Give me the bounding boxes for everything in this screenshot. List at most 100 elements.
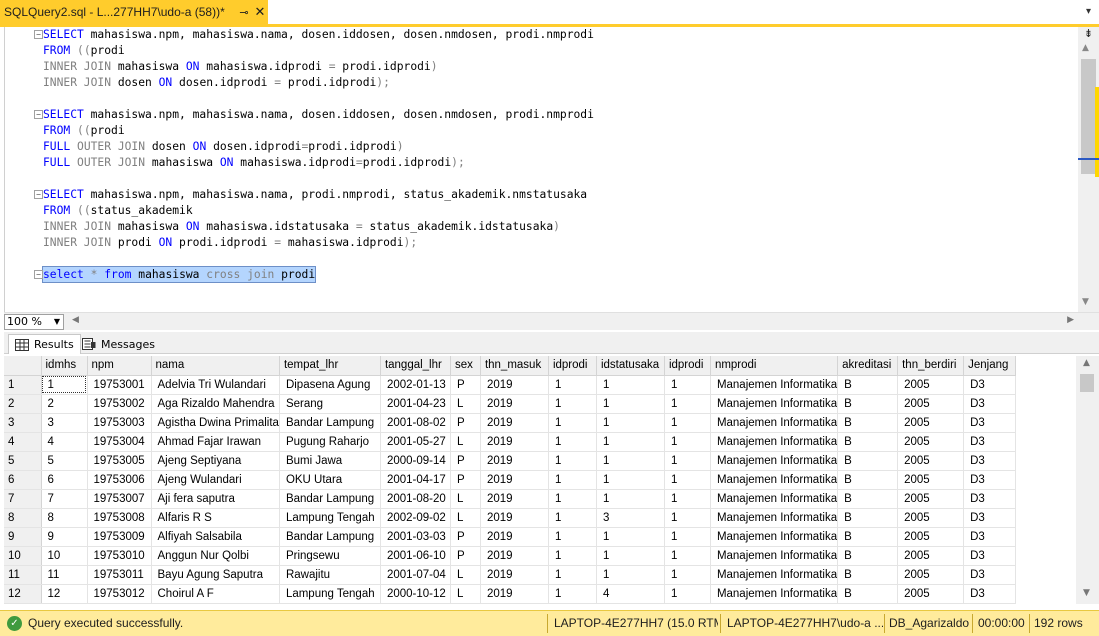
grid-cell[interactable]: 3 bbox=[596, 508, 665, 528]
grid-cell[interactable]: B bbox=[837, 432, 899, 452]
grid-cell[interactable]: 1 bbox=[548, 451, 597, 471]
grid-cell[interactable]: 1 bbox=[548, 375, 597, 395]
grid-cell[interactable]: 1 bbox=[548, 413, 597, 433]
grid-cell[interactable]: Bayu Agung Saputra bbox=[151, 565, 280, 585]
grid-cell[interactable]: 2005 bbox=[897, 432, 965, 452]
zoom-select[interactable]: 100 % ▼ bbox=[4, 314, 64, 330]
grid-cell[interactable]: 19753001 bbox=[87, 375, 152, 395]
grid-cell[interactable]: Alfiyah Salsabila bbox=[151, 527, 280, 547]
grid-cell[interactable]: 19753009 bbox=[87, 527, 152, 547]
table-row[interactable]: 9 9 19753009 Alfiyah Salsabila Bandar Lampun… bbox=[4, 527, 1017, 547]
grid-cell[interactable]: 2019 bbox=[480, 394, 549, 414]
grid-cell[interactable]: 19753010 bbox=[87, 546, 152, 566]
grid-cell[interactable]: 1 bbox=[664, 394, 711, 414]
grid-cell[interactable]: 19753011 bbox=[87, 565, 152, 585]
grid-cell[interactable]: Bandar Lampung bbox=[279, 527, 381, 547]
grid-cell[interactable]: Serang bbox=[279, 394, 381, 414]
grid-cell[interactable]: Bumi Jawa bbox=[279, 451, 381, 471]
grid-cell[interactable]: 2001-08-02 bbox=[380, 413, 451, 433]
grid-cell[interactable]: 7 bbox=[41, 489, 88, 509]
row-number[interactable]: 5 bbox=[4, 451, 42, 471]
code-line[interactable]: − SELECT mahasiswa.npm, mahasiswa.nama, d… bbox=[34, 27, 1079, 43]
grid-cell[interactable]: Manajemen Informatika bbox=[710, 375, 839, 395]
table-row[interactable]: 11 11 19753011 Bayu Agung Saputra Rawajitu 20… bbox=[4, 565, 1017, 585]
grid-cell[interactable]: D3 bbox=[963, 470, 1017, 490]
close-icon[interactable]: ✕ bbox=[252, 4, 268, 20]
grid-cell[interactable]: 1 bbox=[596, 394, 665, 414]
grid-cell[interactable]: 2002-01-13 bbox=[380, 375, 451, 395]
code-line[interactable]: − select * from mahasiswa cross join prod… bbox=[34, 266, 1079, 283]
grid-cell[interactable]: L bbox=[450, 394, 481, 414]
grid-cell[interactable]: 2000-09-14 bbox=[380, 451, 451, 471]
code-line[interactable]: INNER JOIN dosen ON dosen.idprodi = prod… bbox=[43, 75, 1079, 91]
grid-cell[interactable]: 19753002 bbox=[87, 394, 152, 414]
grid-cell[interactable]: 1 bbox=[548, 527, 597, 547]
row-number[interactable]: 6 bbox=[4, 470, 42, 490]
grid-cell[interactable]: OKU Utara bbox=[279, 470, 381, 490]
grid-cell[interactable]: 19753007 bbox=[87, 489, 152, 509]
grid-cell[interactable]: 2005 bbox=[897, 584, 965, 604]
grid-cell[interactable]: Manajemen Informatika bbox=[710, 432, 839, 452]
grid-cell[interactable]: Pugung Raharjo bbox=[279, 432, 381, 452]
code-line[interactable]: INNER JOIN mahasiswa ON mahasiswa.idstat… bbox=[43, 219, 1079, 235]
grid-cell[interactable]: D3 bbox=[963, 489, 1017, 509]
grid-cell[interactable]: Ajeng Septiyana bbox=[151, 451, 280, 471]
grid-cell[interactable]: 19753012 bbox=[87, 584, 152, 604]
grid-cell[interactable]: P bbox=[450, 413, 481, 433]
grid-cell[interactable]: 1 bbox=[664, 470, 711, 490]
grid-cell[interactable]: Manajemen Informatika bbox=[710, 565, 839, 585]
grid-cell[interactable]: 2005 bbox=[897, 470, 965, 490]
tab-messages[interactable]: Messages bbox=[76, 334, 161, 354]
grid-cell[interactable]: 2019 bbox=[480, 375, 549, 395]
grid-cell[interactable]: B bbox=[837, 527, 899, 547]
table-row[interactable]: 8 8 19753008 Alfaris R S Lampung Tengah 2002-… bbox=[4, 508, 1017, 528]
selected-text[interactable]: select * from mahasiswa cross join prodi bbox=[41, 266, 317, 283]
grid-cell[interactable]: L bbox=[450, 584, 481, 604]
row-number[interactable]: 11 bbox=[4, 565, 42, 585]
grid-cell[interactable]: Ajeng Wulandari bbox=[151, 470, 280, 490]
grid-cell[interactable]: 1 bbox=[548, 546, 597, 566]
editor-horizontal-scrollbar[interactable]: ◀ ▶ bbox=[68, 314, 1078, 330]
grid-cell[interactable]: B bbox=[837, 584, 899, 604]
grid-cell[interactable]: 9 bbox=[41, 527, 88, 547]
grid-cell[interactable]: 19753004 bbox=[87, 432, 152, 452]
grid-cell[interactable]: B bbox=[837, 470, 899, 490]
grid-cell[interactable]: L bbox=[450, 565, 481, 585]
grid-cell[interactable]: 2019 bbox=[480, 508, 549, 528]
editor-vertical-scrollbar[interactable]: ⇟ ▲ ▼ bbox=[1078, 27, 1099, 312]
grid-cell[interactable]: 2 bbox=[41, 394, 88, 414]
grid-cell[interactable]: P bbox=[450, 451, 481, 471]
grid-cell[interactable]: Pringsewu bbox=[279, 546, 381, 566]
grid-cell[interactable]: 2005 bbox=[897, 451, 965, 471]
grid-cell[interactable]: 1 bbox=[596, 451, 665, 471]
grid-cell[interactable]: 2001-04-17 bbox=[380, 470, 451, 490]
grid-cell[interactable]: L bbox=[450, 508, 481, 528]
grid-cell[interactable]: 2001-06-10 bbox=[380, 546, 451, 566]
grid-cell[interactable]: B bbox=[837, 413, 899, 433]
table-row[interactable]: 2 2 19753002 Aga Rizaldo Mahendra Serang 2001… bbox=[4, 394, 1017, 414]
grid-cell[interactable]: 4 bbox=[596, 584, 665, 604]
table-row[interactable]: 3 3 19753003 Agistha Dwina Primalita Bandar … bbox=[4, 413, 1017, 433]
grid-cell[interactable]: 2005 bbox=[897, 489, 965, 509]
grid-cell[interactable]: D3 bbox=[963, 451, 1017, 471]
grid-cell[interactable]: 1 bbox=[548, 489, 597, 509]
grid-cell[interactable]: Manajemen Informatika bbox=[710, 584, 839, 604]
grid-cell[interactable]: 3 bbox=[41, 413, 88, 433]
grid-cell[interactable]: 2005 bbox=[897, 508, 965, 528]
grid-cell[interactable]: L bbox=[450, 432, 481, 452]
grid-cell[interactable]: 1 bbox=[548, 565, 597, 585]
row-number[interactable]: 9 bbox=[4, 527, 42, 547]
code-line[interactable]: FROM ((prodi bbox=[43, 123, 1079, 139]
grid-cell[interactable]: Manajemen Informatika bbox=[710, 508, 839, 528]
column-header[interactable]: nmprodi bbox=[710, 356, 839, 376]
grid-cell[interactable]: Lampung Tengah bbox=[279, 508, 381, 528]
code-line[interactable] bbox=[43, 251, 1079, 267]
grid-cell[interactable]: 1 bbox=[664, 546, 711, 566]
pin-icon[interactable]: ⊸ bbox=[236, 6, 252, 19]
split-icon[interactable]: ⇟ bbox=[1081, 27, 1096, 42]
grid-cell[interactable]: Ahmad Fajar Irawan bbox=[151, 432, 280, 452]
grid-cell[interactable]: B bbox=[837, 394, 899, 414]
grid-cell[interactable]: D3 bbox=[963, 413, 1017, 433]
grid-cell[interactable]: 1 bbox=[548, 394, 597, 414]
grid-cell[interactable]: Dipasena Agung bbox=[279, 375, 381, 395]
